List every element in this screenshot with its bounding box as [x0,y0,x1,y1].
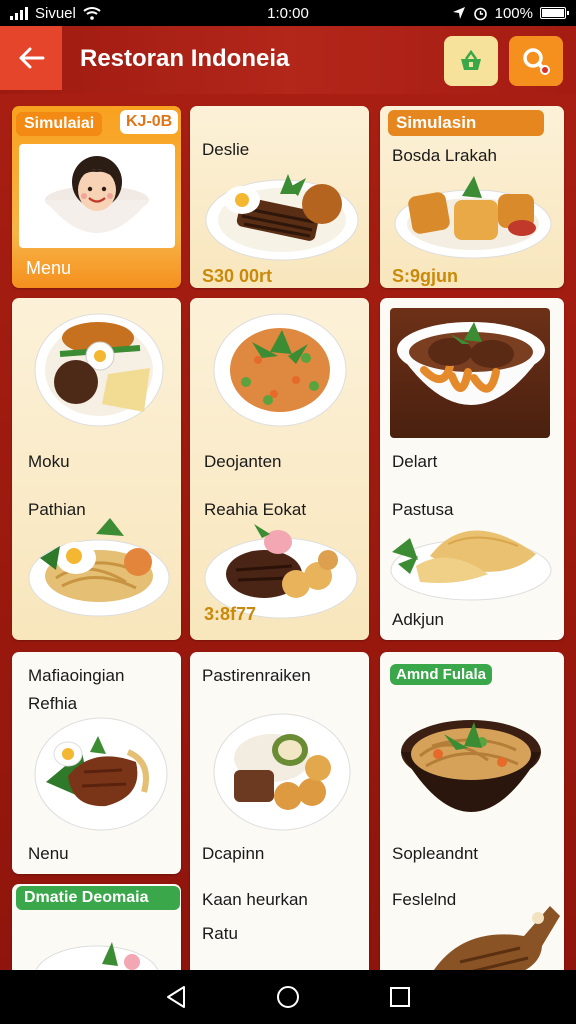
menu-card-mafiaoingian[interactable]: Mafiaoingian Refhia Nenu [12,652,181,874]
dish-price: S:9gjun [392,266,458,286]
fried-tofu-plate-icon [394,176,552,259]
dish-title: Deslie [202,140,250,159]
dish-title: Mafiaoingian [28,666,125,685]
dish-subtitle: Adkjun [392,610,444,629]
search-icon [523,48,550,75]
recents-square-icon[interactable] [389,986,411,1008]
battery-percent: 100% [494,4,533,22]
search-button[interactable] [509,36,563,86]
nasi-campur-plate-icon [34,313,164,427]
menu-card-pastirenraiken[interactable]: Pastirenraiken Dcapinn Kaan heurkan Ratu [190,652,369,970]
dish-price: S30 00rt [202,266,273,286]
app-header: Restoran Indoneia [0,26,576,94]
dish-title: Deojanten [204,452,282,471]
card-label: Sopleandnt [392,844,479,863]
martabak-plate-icon [390,530,552,601]
ayam-plate-icon [34,717,168,831]
noodle-bowl-icon [401,720,541,812]
promo-badge: Simulasin [388,110,544,136]
battery-icon [540,7,569,19]
system-nav-bar [0,970,576,1024]
menu-card-moku[interactable]: Moku Pathian [12,298,181,640]
basket-icon [461,50,481,70]
alarm-icon [473,7,487,20]
menu-card-deslie[interactable]: Deslie S30 00rt [190,106,369,288]
nasi-goreng-plate-icon [213,313,347,427]
price-tag: KJ-0B [120,110,179,134]
arrow-left-icon [19,47,45,69]
card-text: Kaan heurkan [202,890,308,909]
page-title: Restoran Indoneia [80,45,290,72]
menu-card-featured[interactable]: Simulaiai KJ-0B Menu [12,106,181,288]
card-text: Ratu [202,924,238,943]
card-label: Dcapinn [202,844,265,863]
dish-title: Bosda Lrakah [392,146,497,165]
menu-card-delart[interactable]: Delart Pastusa Adkjun [380,298,564,640]
location-icon [452,7,465,19]
carrier-label: Sivuel [35,4,76,22]
menu-card-deojanten[interactable]: Deojanten Reahia Eokat 3:8f77 [190,298,369,640]
chef-avatar-bowl-icon [45,156,149,233]
promo-badge: Amnd Fulala [390,664,493,685]
dish-title: Pastirenraiken [202,666,311,685]
cart-button[interactable] [444,36,498,86]
wifi-icon [83,7,101,20]
card-label: Nenu [28,844,69,863]
semur-bowl-icon [397,322,545,405]
status-bar: Sivuel 1:0:00 100% [0,0,576,26]
dish-price: 3:8f77 [204,604,257,624]
promo-badge: Dmatie Deomaia [16,886,180,910]
menu-grid: Simulaiai KJ-0B Menu Deslie S30 00rt Sim… [0,94,576,970]
promo-badge: Simulaiai [16,112,103,136]
mie-goreng-plate-icon [28,518,170,617]
dish-title: Moku [28,452,70,471]
back-triangle-icon[interactable] [165,985,187,1009]
home-circle-icon[interactable] [276,985,300,1009]
rice-platter-icon [213,713,351,831]
menu-card-sopleandnt[interactable]: Amnd Fulala Sopleandnt Feslelnd [380,652,564,970]
plate-peek-icon [35,942,159,970]
satay-plate-icon [205,174,359,261]
card-label: Menu [26,258,72,278]
dish-title: Reahia Eokat [204,500,307,519]
dish-title: Pathian [28,500,86,519]
dish-subtitle: Refhia [28,694,78,713]
dish-title: Delart [392,452,438,471]
signal-icon [10,6,28,20]
grilled-fish-icon [434,906,560,970]
clock: 1:0:00 [267,4,309,22]
menu-card-bosda[interactable]: Simulasin Bosda Lrakah S:9gjun [380,106,564,288]
menu-card-dmatie[interactable]: Dmatie Deomaia [12,884,181,970]
back-button[interactable] [0,26,62,90]
